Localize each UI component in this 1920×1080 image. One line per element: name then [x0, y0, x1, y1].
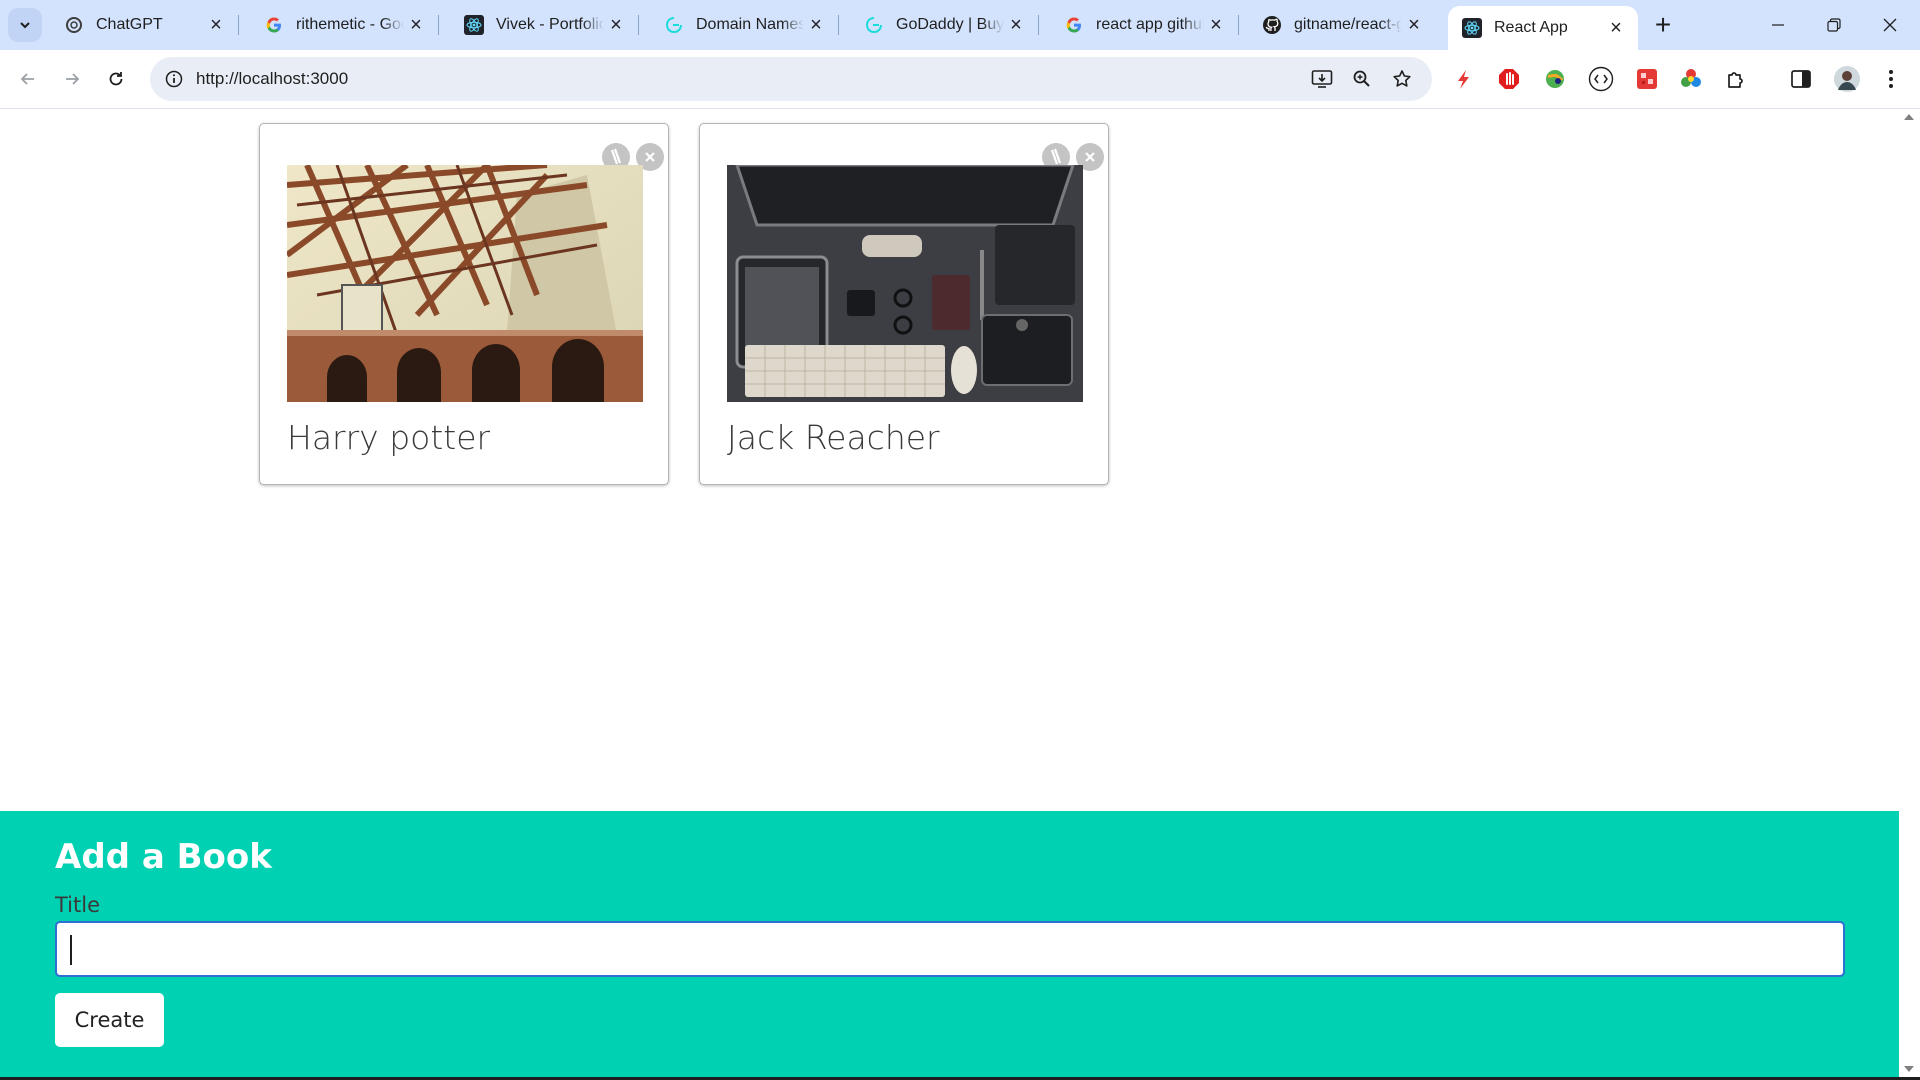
minimize-button[interactable] — [1750, 0, 1806, 50]
close-icon — [645, 152, 655, 162]
book-card: Jack Reacher — [699, 123, 1109, 485]
pixel-extension-icon[interactable] — [1632, 64, 1662, 94]
tab-title: Vivek - Portfolio — [496, 16, 604, 33]
code-extension-icon[interactable] — [1586, 64, 1616, 94]
restore-button[interactable] — [1806, 0, 1862, 50]
tab-title: GoDaddy | Buy Domai — [896, 16, 1004, 33]
title-input[interactable] — [55, 921, 1845, 977]
page-content: Harry potter Jack Reacher Add a Book Tit… — [0, 109, 1899, 1080]
forward-button[interactable] — [54, 61, 90, 97]
tab-title: Domain Names, Websi — [696, 16, 804, 33]
adblock-extension-icon[interactable] — [1494, 64, 1524, 94]
tab-divider — [1038, 15, 1039, 35]
minimize-icon — [1772, 24, 1784, 26]
extensions-puzzle-icon[interactable] — [1721, 64, 1751, 94]
close-tab-icon[interactable]: × — [1004, 13, 1028, 37]
tab-title: react app github — [1096, 16, 1204, 33]
close-icon — [1085, 152, 1095, 162]
close-tab-icon[interactable]: × — [204, 13, 228, 37]
create-button[interactable]: Create — [55, 993, 164, 1047]
tab-vivek-portfolio[interactable]: Vivek - Portfolio × — [450, 6, 639, 44]
react-icon — [464, 15, 484, 35]
react-icon — [1462, 18, 1482, 38]
color-picker-extension-icon[interactable] — [1676, 64, 1706, 94]
tab-divider — [1238, 15, 1239, 35]
tab-domain-names[interactable]: Domain Names, Websi × — [650, 6, 839, 44]
close-tab-icon[interactable]: × — [1204, 13, 1228, 37]
tab-divider — [838, 15, 839, 35]
chatgpt-icon — [64, 15, 84, 35]
google-icon — [1064, 15, 1084, 35]
google-icon — [264, 15, 284, 35]
godaddy-icon — [864, 15, 884, 35]
pencil-icon — [1050, 148, 1062, 165]
close-tab-icon[interactable]: × — [1402, 13, 1426, 37]
github-icon — [1262, 15, 1282, 35]
tab-strip: ChatGPT × rithemetic - Google × Vivek - … — [0, 0, 1920, 50]
form-heading: Add a Book — [55, 837, 272, 877]
arrow-right-icon — [66, 73, 80, 85]
tab-react-app[interactable]: React App × — [1448, 6, 1638, 50]
tab-divider — [438, 15, 439, 35]
tab-react-app-github[interactable]: react app github × — [1050, 6, 1239, 44]
arrow-left-icon — [20, 73, 34, 85]
scroll-up-arrow-icon[interactable] — [1904, 114, 1914, 120]
tab-chatgpt[interactable]: ChatGPT × — [50, 6, 239, 44]
tab-divider — [238, 15, 239, 35]
page-scrollbar[interactable] — [1899, 109, 1920, 1080]
globe-extension-icon[interactable] — [1540, 64, 1570, 94]
tab-godaddy[interactable]: GoDaddy | Buy Domai × — [850, 6, 1039, 44]
godaddy-icon — [664, 15, 684, 35]
close-tab-icon[interactable]: × — [404, 13, 428, 37]
tab-divider — [638, 15, 639, 35]
pencil-icon — [610, 148, 622, 165]
close-tab-icon[interactable]: × — [604, 13, 628, 37]
add-book-form: Add a Book Title Create — [0, 811, 1899, 1080]
install-app-icon[interactable] — [1308, 65, 1336, 93]
tab-search-button[interactable] — [8, 8, 42, 42]
new-tab-button[interactable]: + — [1648, 9, 1678, 40]
tab-google-search[interactable]: rithemetic - Google × — [250, 6, 439, 44]
scroll-down-arrow-icon[interactable] — [1904, 1066, 1914, 1072]
text-caret — [70, 935, 72, 965]
address-bar[interactable]: http://localhost:3000 — [150, 57, 1432, 101]
tab-gh-pages[interactable]: gitname/react-gh-pag × — [1248, 6, 1436, 44]
browser-toolbar: http://localhost:3000 — [0, 50, 1920, 109]
url-text[interactable]: http://localhost:3000 — [196, 69, 348, 89]
close-tab-icon[interactable]: × — [1604, 16, 1628, 40]
book-title: Jack Reacher — [727, 418, 940, 457]
book-cover-image — [287, 165, 643, 402]
kebab-menu-icon[interactable] — [1876, 64, 1906, 94]
lightning-extension-icon[interactable] — [1448, 64, 1478, 94]
bookmark-star-icon[interactable] — [1388, 65, 1416, 93]
zoom-icon[interactable] — [1348, 65, 1376, 93]
tab-title: rithemetic - Google — [296, 16, 404, 33]
tab-title: React App — [1494, 19, 1568, 36]
profile-avatar[interactable] — [1832, 64, 1862, 94]
close-tab-icon[interactable]: × — [804, 13, 828, 37]
site-info-icon[interactable] — [160, 65, 188, 93]
book-title: Harry potter — [287, 418, 491, 457]
close-window-button[interactable] — [1862, 0, 1918, 50]
reload-button[interactable] — [98, 61, 134, 97]
tab-title: gitname/react-gh-pag — [1294, 16, 1402, 33]
book-cover-image — [727, 165, 1083, 402]
restore-icon — [1827, 18, 1841, 32]
book-card: Harry potter — [259, 123, 669, 485]
chevron-down-icon — [20, 22, 30, 29]
title-label: Title — [55, 893, 101, 917]
tab-title: ChatGPT — [96, 16, 163, 33]
reload-icon — [109, 72, 123, 86]
side-panel-icon[interactable] — [1786, 64, 1816, 94]
close-icon — [1883, 18, 1897, 32]
back-button[interactable] — [10, 61, 46, 97]
